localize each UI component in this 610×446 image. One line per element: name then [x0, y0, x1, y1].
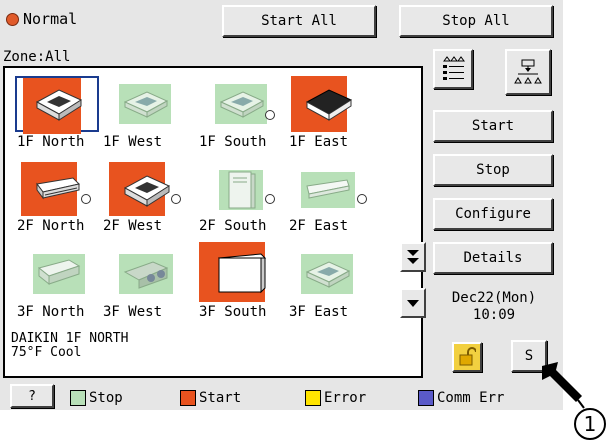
start-button[interactable]: Start — [433, 110, 553, 142]
mode-status-icon — [6, 12, 19, 26]
cassette-unit-icon — [35, 89, 83, 121]
status-indicator-icon — [171, 194, 181, 204]
details-button[interactable]: Details — [433, 242, 553, 274]
callout-number: 1 — [574, 408, 606, 440]
unit-label: 2F East — [289, 218, 349, 234]
time-text: 10:09 — [472, 307, 516, 323]
unit-grid-panel: 1F North 1F West 1F South 1F East 2F Nor… — [3, 66, 426, 378]
unit-label: 1F South — [199, 134, 267, 150]
stop-all-button[interactable]: Stop All — [399, 5, 553, 37]
wall-unit-icon — [301, 172, 355, 208]
unit-tile-1f-east[interactable] — [285, 76, 369, 132]
unit-label: 1F East — [289, 134, 349, 150]
cassette-unit-icon — [215, 84, 267, 124]
status-indicator-icon — [265, 110, 275, 120]
mode-indicator: Normal — [6, 10, 77, 28]
info-unit-status: 75°F Cool — [11, 345, 82, 360]
unit-tile-3f-east[interactable] — [285, 246, 369, 302]
list-view-icon — [443, 56, 465, 80]
scroll-down-button[interactable] — [400, 288, 426, 318]
status-indicator-icon — [357, 194, 367, 204]
unit-label: 2F North — [17, 218, 85, 234]
info-unit-name: DAIKIN 1F NORTH — [11, 331, 129, 346]
unit-tile-1f-south[interactable] — [199, 76, 283, 132]
chevron-down-icon — [407, 300, 419, 307]
unit-label: 3F West — [103, 304, 163, 320]
start-all-button[interactable]: Start All — [222, 5, 376, 37]
unit-tile-2f-east[interactable] — [285, 162, 369, 218]
legend-stop: Stop — [70, 390, 123, 406]
legend-comm-err: Comm Err — [418, 390, 504, 406]
date-time-display: Dec22(Mon) 10:09 — [434, 290, 554, 324]
unit-tile-1f-west[interactable] — [103, 76, 187, 132]
cassette-unit-icon — [119, 84, 171, 124]
list-view-button[interactable] — [433, 49, 473, 89]
zone-label: Zone:All — [3, 49, 71, 65]
mode-label: Normal — [23, 10, 78, 28]
duct-fan-unit-icon — [119, 254, 173, 294]
start-swatch — [180, 390, 196, 406]
unit-tile-1f-north[interactable] — [15, 76, 99, 134]
double-chevron-down-icon — [407, 250, 419, 264]
configure-button[interactable]: Configure — [433, 198, 553, 230]
legend-start: Start — [180, 390, 241, 406]
status-legend: ? Stop Start Error Comm Err — [0, 384, 563, 410]
unit-tile-2f-north[interactable] — [15, 162, 99, 218]
status-indicator-icon — [81, 194, 91, 204]
group-view-button[interactable] — [505, 49, 551, 95]
help-button[interactable]: ? — [10, 384, 54, 408]
unit-tile-2f-west[interactable] — [103, 162, 187, 218]
unit-label: 3F East — [289, 304, 349, 320]
unit-label: 2F West — [103, 218, 163, 234]
unit-label: 1F West — [103, 134, 163, 150]
date-text: Dec22(Mon) — [451, 290, 537, 306]
floor-unit-icon — [219, 170, 263, 210]
unit-label: 2F South — [199, 218, 267, 234]
controller-screen: Normal Start All Stop All Zone:All 1F No… — [0, 0, 563, 410]
unit-label: 1F North — [17, 134, 85, 150]
stop-button[interactable]: Stop — [433, 154, 553, 186]
unit-tile-3f-west[interactable] — [103, 246, 187, 302]
unit-label: 3F South — [199, 304, 267, 320]
comm-err-swatch — [418, 390, 434, 406]
status-indicator-icon — [265, 194, 275, 204]
page-down-button[interactable] — [400, 242, 426, 272]
unit-tile-3f-south[interactable] — [199, 242, 283, 302]
unlock-icon — [459, 347, 476, 366]
selected-unit-info: DAIKIN 1F NORTH 75°F Cool — [11, 332, 128, 360]
duct-unit-icon — [33, 254, 85, 294]
unit-tile-2f-south[interactable] — [199, 162, 283, 218]
stop-swatch — [70, 390, 86, 406]
error-swatch — [305, 390, 321, 406]
unit-label: 3F North — [17, 304, 85, 320]
ceiling-unit-icon — [36, 177, 80, 200]
group-view-icon — [514, 59, 542, 84]
cassette-unit-icon — [305, 89, 353, 121]
cassette-unit-icon — [301, 254, 353, 294]
lock-button[interactable] — [452, 342, 482, 372]
unit-tile-3f-north[interactable] — [15, 246, 99, 302]
floor-cabinet-icon — [217, 253, 267, 294]
cassette-unit-icon — [123, 175, 171, 207]
legend-error: Error — [305, 390, 366, 406]
